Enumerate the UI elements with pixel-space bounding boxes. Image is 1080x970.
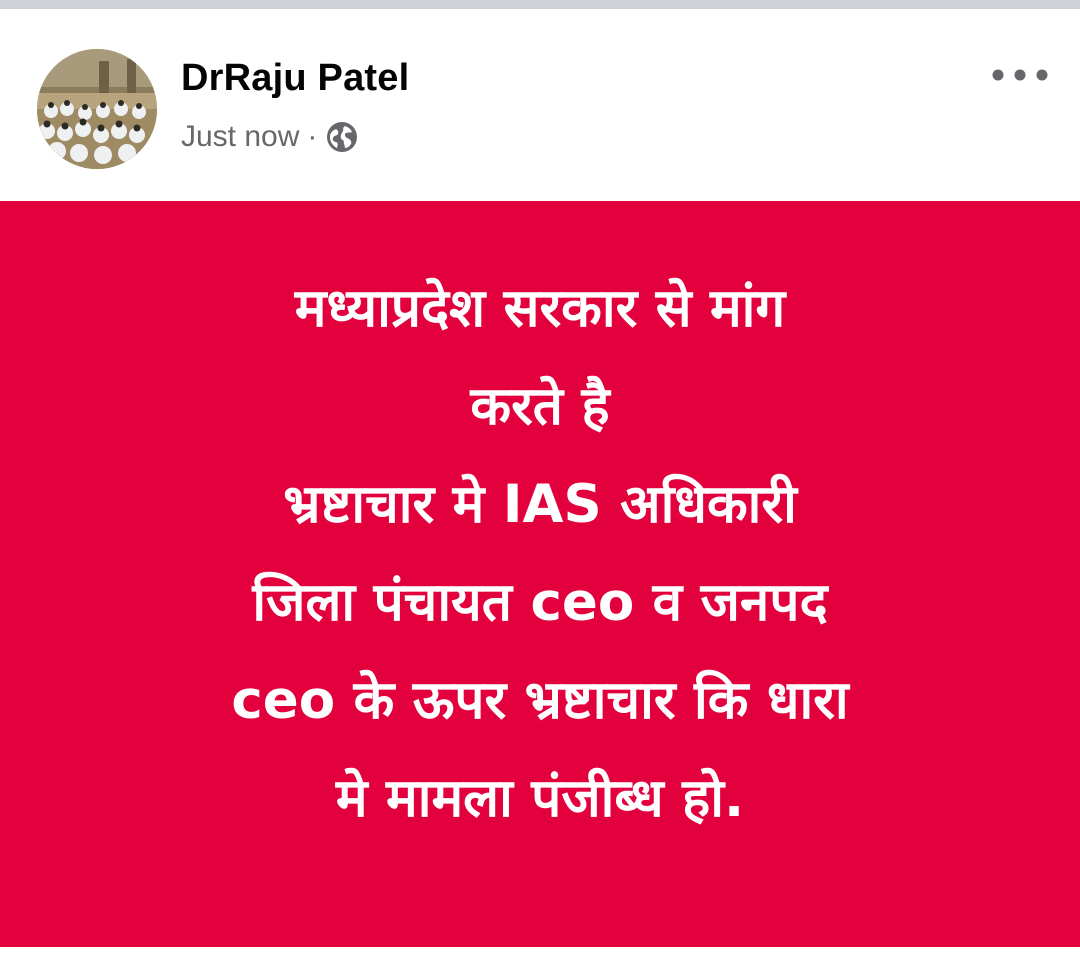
author-name[interactable]: DrRaju Patel <box>181 57 409 100</box>
post-text-line: जिला पंचायत ceo व जनपद <box>252 572 828 633</box>
avatar[interactable] <box>37 49 157 169</box>
post-text-line: करते है <box>470 376 610 437</box>
post-text-line: भ्रष्टाचार मे IAS अधिकारी <box>283 474 797 535</box>
post-text: मध्याप्रदेश सरकार से मांग करते है भ्रष्ट… <box>40 260 1040 848</box>
post-footer-strip <box>0 947 1080 970</box>
globe-icon[interactable] <box>325 120 359 154</box>
feed-divider <box>0 0 1080 9</box>
post-meta: Just now · <box>181 117 359 157</box>
avatar-photo <box>37 49 157 169</box>
more-options-button[interactable] <box>985 55 1055 95</box>
meta-separator: · <box>307 120 318 153</box>
post-timestamp[interactable]: Just now <box>181 120 299 154</box>
post-text-line: ceo के ऊपर भ्रष्टाचार कि धारा <box>231 670 849 731</box>
post-header: DrRaju Patel Just now · <box>0 9 1080 201</box>
post-text-line: मध्याप्रदेश सरकार से मांग <box>294 278 786 339</box>
post-text-line: मे मामला पंजीब्ध हो. <box>335 768 745 829</box>
more-options-icon <box>992 69 1048 81</box>
